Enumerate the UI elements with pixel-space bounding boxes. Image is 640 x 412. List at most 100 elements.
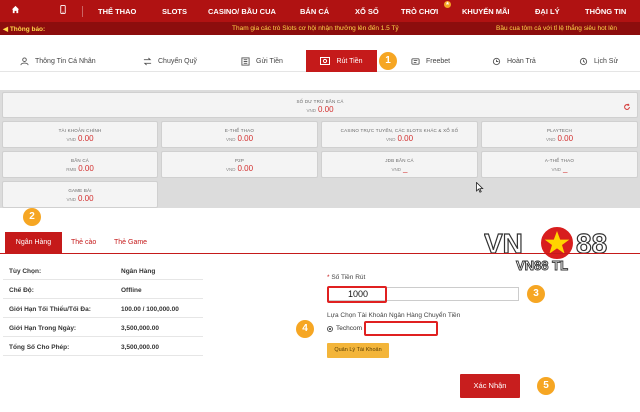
bank-account-label: Lựa Chọn Tài Khoản Ngân Hàng Chuyển Tiền (327, 312, 461, 319)
balance-value: VND 0.00 (3, 134, 157, 143)
info-row-tuy-chon: Tùy Chọn: Ngân Hàng (3, 262, 203, 280)
confirm-button[interactable]: Xác Nhận (460, 374, 520, 398)
bank-radio[interactable] (327, 326, 333, 332)
nav-the-thao[interactable]: THỂ THAO (98, 7, 136, 16)
tab-gui-tien[interactable]: Gửi Tiền (241, 50, 283, 72)
tab-lich-su[interactable]: Lịch Sử (579, 50, 618, 72)
amount: 0.00 (237, 134, 254, 143)
refresh-icon[interactable] (623, 98, 631, 116)
transfer-icon (143, 57, 152, 65)
amount: 0.00 (397, 134, 414, 143)
user-icon (20, 56, 29, 65)
tab-label: Hoàn Trả (507, 57, 536, 65)
nav-thong-tin[interactable]: THÔNG TIN (585, 7, 626, 16)
megaphone-icon: ◀ (3, 26, 8, 33)
info-row-che-do: Chế Độ: Offline (3, 281, 203, 299)
amount-value: 1000 (348, 289, 369, 299)
balance-name: P2P (234, 158, 245, 163)
nav-tro-choi[interactable]: TRÒ CHƠI (401, 7, 438, 16)
tab-label: Gửi Tiền (256, 57, 283, 65)
freebet-icon (411, 57, 420, 65)
tab-the-game[interactable]: Thẻ Game (114, 232, 147, 254)
info-row-tong-so: Tổng Số Cho Phép: 3,500,000.00 (3, 338, 203, 356)
nav-khuyen-mai[interactable]: KHUYẾN MÃI (462, 7, 510, 16)
info-row-gioi-han-ngay: Giới Hạn Trong Ngày: 3,500,000.00 (3, 319, 203, 337)
nav-casino[interactable]: CASINO/ BẦU CUA (208, 7, 276, 16)
balance-value: VND _ (482, 164, 637, 173)
svg-text:VN88 TL: VN88 TL (516, 258, 568, 272)
balance-cell-e-the-thao: E-THỂ THAO VND 0.00 (161, 121, 318, 148)
info-row-gioi-han: Giới Hạn Tối Thiểu/Tối Đa: 100.00 / 100,… (3, 300, 203, 318)
balance-value: RMB 0.00 (3, 164, 157, 173)
info-value: 3,500,000.00 (121, 325, 159, 332)
balance-value: VND 0.00 (162, 164, 317, 173)
info-value: Offline (121, 287, 142, 294)
step-callout-4: 4 (296, 320, 314, 338)
account-tabbar: Thông Tin Cá Nhân Chuyển Quỹ Gửi Tiền Rú… (0, 50, 640, 72)
tab-freebet[interactable]: Freebet (411, 50, 450, 72)
balance-value: VND 0.00 (482, 134, 637, 143)
balance-value: VND 0.00 (322, 134, 477, 143)
home-icon[interactable] (11, 5, 20, 17)
withdraw-method-tabs: Ngân Hàng Thẻ cào Thẻ Game (0, 232, 640, 254)
tab-label: Freebet (426, 57, 451, 65)
manage-account-button[interactable]: Quản Lý Tài Khoản (327, 343, 389, 358)
ticker-message-2[interactable]: Bầu cua tôm cá với tỉ lệ thắng siêu hot … (496, 25, 617, 32)
tab-chuyen-quy[interactable]: Chuyển Quỹ (143, 50, 197, 72)
withdraw-icon (320, 57, 331, 65)
tab-rut-tien[interactable]: Rút Tiền (306, 50, 377, 72)
tab-label: Chuyển Quỹ (158, 57, 197, 65)
amount: 0.00 (237, 164, 254, 173)
info-label: Chế Độ: (9, 287, 34, 294)
bank-option-label[interactable]: Techcom (336, 325, 362, 332)
balance-value: VND 0.00 (162, 134, 317, 143)
balance-name: A-THỂ THAO (544, 158, 575, 163)
step-callout-5: 5 (537, 377, 555, 395)
info-value: 3,500,000.00 (121, 344, 159, 351)
ticker-label-text: Thông báo: (9, 26, 46, 33)
amount: 0.00 (77, 134, 94, 143)
tab-label: Lịch Sử (594, 57, 619, 65)
balance-name: CASINO TRỰC TUYẾN, CÁC SLOTS KHÁC & XỔ S… (340, 128, 459, 133)
ticker-label: ◀ Thông báo: (3, 25, 45, 33)
nav-ban-ca[interactable]: BẮN CÁ (300, 7, 329, 16)
tab-the-cao[interactable]: Thẻ cào (71, 232, 96, 254)
tab-ngan-hang[interactable]: Ngân Hàng (5, 232, 62, 254)
info-label: Tùy Chọn: (9, 268, 42, 275)
hot-badge-icon: ★ (444, 1, 451, 8)
currency-label: VND (225, 137, 236, 142)
currency-label: VND (225, 167, 236, 172)
refund-icon (492, 57, 501, 65)
step-callout-2: 2 (23, 208, 41, 226)
amount: 0.00 (557, 134, 574, 143)
balance-name: JDB BẮN CÁ (385, 158, 414, 163)
amount-label-text: Số Tiền Rút (331, 274, 366, 281)
mobile-icon[interactable] (60, 5, 66, 17)
currency-label: VND (551, 167, 562, 172)
top-nav: THỂ THAO SLOTS CASINO/ BẦU CUA BẮN CÁ XỔ… (0, 0, 640, 22)
announcement-ticker: ◀ Thông báo: Tham gia các trò Slots cơ h… (0, 22, 640, 35)
amount-label: * Số Tiền Rút (327, 274, 366, 281)
currency-label: VND (306, 108, 316, 113)
balance-name: TÀI KHOẢN CHÍNH (58, 128, 102, 133)
balance-name: GAME BÀI (68, 188, 92, 193)
currency-label: VND (66, 197, 76, 202)
ticker-message-1[interactable]: Tham gia các trò Slots cơ hội nhận thưởn… (232, 25, 399, 32)
balance-cell-playtech: PLAYTECH VND 0.00 (481, 121, 638, 148)
step-callout-1: 1 (379, 52, 397, 70)
balance-cell-ban-ca: BẮN CÁ RMB 0.00 (2, 151, 158, 178)
tab-label: Rút Tiền (336, 57, 363, 65)
history-icon (579, 57, 588, 65)
balance-cell-jdb-ban-ca: JDB BẮN CÁ VND _ (321, 151, 478, 178)
info-label: Tổng Số Cho Phép: (9, 344, 70, 351)
balance-cell-p2p: P2P VND 0.00 (161, 151, 318, 178)
bank-account-highlight[interactable] (364, 321, 438, 336)
nav-dai-ly[interactable]: ĐẠI LÝ (535, 7, 560, 16)
tab-label: Thông Tin Cá Nhân (35, 57, 96, 65)
nav-slots[interactable]: SLOTS (162, 7, 187, 16)
nav-xo-so[interactable]: XỔ SỐ (355, 7, 379, 16)
amount-input[interactable]: 1000 (327, 286, 519, 303)
tab-thong-tin-ca-nhan[interactable]: Thông Tin Cá Nhân (20, 50, 96, 72)
tab-hoan-tra[interactable]: Hoàn Trả (492, 50, 536, 72)
currency-label: VND (385, 137, 396, 142)
